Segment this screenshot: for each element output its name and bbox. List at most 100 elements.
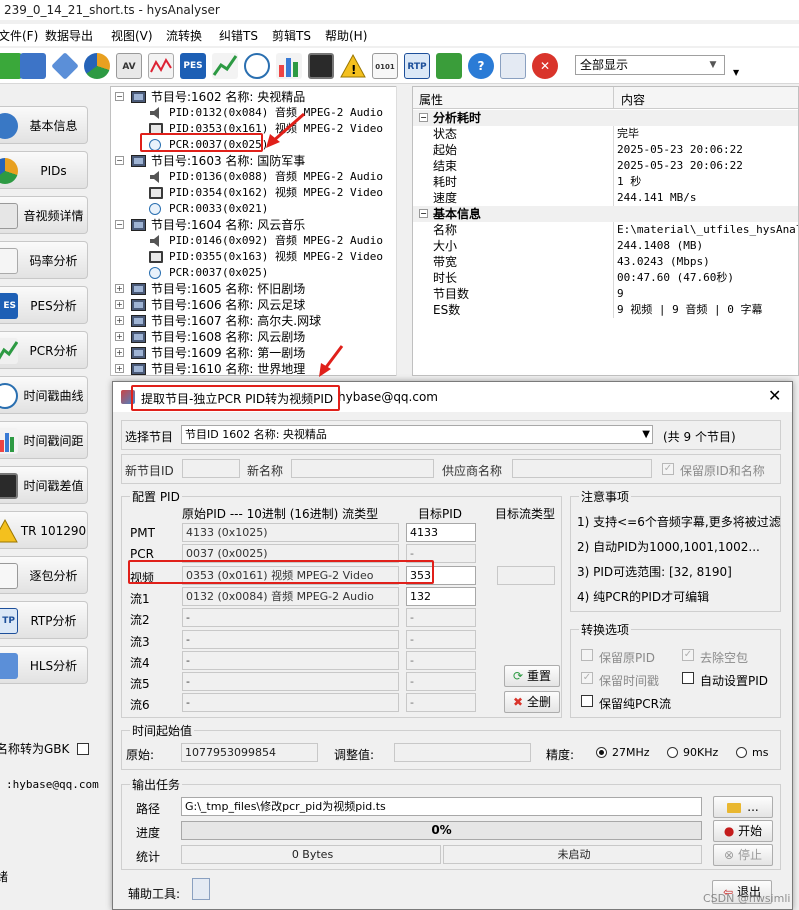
- warning-icon[interactable]: !: [340, 53, 366, 79]
- property-row[interactable]: 大小 244.1408 (MB): [413, 238, 798, 254]
- sidebar-item-bitrate[interactable]: 码率分析: [0, 241, 88, 279]
- diamond-icon[interactable]: [51, 52, 79, 80]
- sidebar-item-rtp[interactable]: TP RTP分析: [0, 601, 88, 639]
- bar-chart-icon[interactable]: [276, 53, 302, 79]
- adjust-input[interactable]: [394, 743, 531, 762]
- expand-icon[interactable]: +: [115, 284, 124, 293]
- menu-stream-convert[interactable]: 流转换: [166, 27, 202, 44]
- property-row[interactable]: 节目数 9: [413, 286, 798, 302]
- wave-icon[interactable]: [148, 53, 174, 79]
- menu-file[interactable]: 文件(F): [0, 27, 38, 44]
- tree-program-node[interactable]: 节目号:1604 名称: 风云音乐: [151, 217, 305, 233]
- toolbar-overflow-icon[interactable]: ▼: [733, 68, 739, 77]
- close-icon[interactable]: ✕: [768, 387, 781, 405]
- sidebar-item-pes[interactable]: ES PES分析: [0, 286, 88, 324]
- pid-target-input[interactable]: -: [406, 608, 476, 627]
- sidebar-item-pcr[interactable]: PCR分析: [0, 331, 88, 369]
- tree-program-node[interactable]: 节目号:1602 名称: 央视精品: [151, 89, 305, 105]
- display-filter-select[interactable]: 全部显示 ▼: [575, 55, 725, 75]
- new-program-id-input[interactable]: [182, 459, 240, 478]
- pid-target-input[interactable]: 4133: [406, 523, 476, 542]
- browse-button[interactable]: ...: [713, 796, 773, 818]
- property-category[interactable]: − 分析耗时: [413, 110, 798, 126]
- add-icon[interactable]: [0, 53, 22, 79]
- pid-target-input[interactable]: -: [406, 630, 476, 649]
- expand-icon[interactable]: +: [115, 364, 124, 373]
- menu-cut-ts[interactable]: 剪辑TS: [272, 27, 311, 44]
- monitor-icon[interactable]: [308, 53, 334, 79]
- export-icon[interactable]: [436, 53, 462, 79]
- keep-original-checkbox[interactable]: ✓: [662, 463, 674, 475]
- clock-icon[interactable]: [244, 53, 270, 79]
- collapse-icon[interactable]: −: [419, 113, 428, 122]
- auto-pid-checkbox[interactable]: [682, 672, 694, 684]
- precision-27mhz-radio[interactable]: [596, 747, 607, 758]
- collapse-icon[interactable]: −: [115, 156, 124, 165]
- keep-pcr-stream-checkbox[interactable]: [581, 695, 593, 707]
- list-icon[interactable]: [500, 53, 526, 79]
- av-icon[interactable]: AV: [116, 53, 142, 79]
- property-row[interactable]: 结束 2025-05-23 20:06:22: [413, 158, 798, 174]
- property-row[interactable]: 时长 00:47.60 (47.60秒): [413, 270, 798, 286]
- pid-target-input[interactable]: 132: [406, 587, 476, 606]
- menu-help[interactable]: 帮助(H): [325, 27, 367, 44]
- tree-stream-node[interactable]: PID:0355(0x163) 视频 MPEG-2 Video: [169, 249, 383, 265]
- tree-program-node[interactable]: 节目号:1609 名称: 第一剧场: [151, 345, 305, 361]
- pid-target-input[interactable]: -: [406, 672, 476, 691]
- tree-scrollbar[interactable]: [396, 86, 410, 376]
- pid-target-input[interactable]: -: [406, 693, 476, 712]
- keep-timestamp-checkbox[interactable]: ✓: [581, 672, 593, 684]
- pes-icon[interactable]: PES: [180, 53, 206, 79]
- clear-all-button[interactable]: ✖ 全删: [504, 691, 560, 713]
- rtp-icon[interactable]: RTP: [404, 53, 430, 79]
- sidebar-item-ts-diff[interactable]: 时间戳差值: [0, 466, 88, 504]
- property-row[interactable]: 起始 2025-05-23 20:06:22: [413, 142, 798, 158]
- precision-90khz-radio[interactable]: [667, 747, 678, 758]
- property-row[interactable]: 速度 244.141 MB/s: [413, 190, 798, 206]
- property-category[interactable]: − 基本信息: [413, 206, 798, 222]
- precision-ms-radio[interactable]: [736, 747, 747, 758]
- stop-icon[interactable]: ✕: [532, 53, 558, 79]
- expand-icon[interactable]: +: [115, 348, 124, 357]
- property-row[interactable]: ES数 9 视频 | 9 音频 | 0 字幕: [413, 302, 798, 318]
- tree-stream-node[interactable]: PID:0146(0x092) 音频 MPEG-2 Audio: [169, 233, 383, 249]
- sidebar-item-basic-info[interactable]: 基本信息: [0, 106, 88, 144]
- sidebar-item-ts-interval[interactable]: 时间戳间距: [0, 421, 88, 459]
- sidebar-item-pids[interactable]: PIDs: [0, 151, 88, 189]
- tree-program-node[interactable]: 节目号:1606 名称: 风云足球: [151, 297, 305, 313]
- collapse-icon[interactable]: −: [115, 92, 124, 101]
- property-row[interactable]: 状态 完毕: [413, 126, 798, 142]
- remove-null-checkbox[interactable]: ✓: [682, 649, 694, 661]
- tree-stream-node[interactable]: PID:0136(0x088) 音频 MPEG-2 Audio: [169, 169, 383, 185]
- tree-program-node[interactable]: 节目号:1605 名称: 怀旧剧场: [151, 281, 305, 297]
- calculator-icon[interactable]: [192, 878, 210, 900]
- menu-data-export[interactable]: 数据导出: [45, 27, 93, 44]
- reset-button[interactable]: ⟳ 重置: [504, 665, 560, 687]
- binary-icon[interactable]: 0101: [372, 53, 398, 79]
- collapse-icon[interactable]: −: [419, 209, 428, 218]
- output-path-input[interactable]: G:\_tmp_files\修改pcr_pid为视频pid.ts: [181, 797, 702, 816]
- sidebar-item-packet[interactable]: 逐包分析: [0, 556, 88, 594]
- sidebar-item-ts-curve[interactable]: 时间戳曲线: [0, 376, 88, 414]
- provider-input[interactable]: [512, 459, 652, 478]
- new-name-input[interactable]: [291, 459, 434, 478]
- keep-original-pid-checkbox[interactable]: [581, 649, 593, 661]
- tree-stream-node[interactable]: PCR:0037(0x025): [169, 265, 268, 281]
- sidebar-item-tr101290[interactable]: TR 101290: [0, 511, 88, 549]
- tree-program-node[interactable]: 节目号:1608 名称: 风云剧场: [151, 329, 305, 345]
- expand-icon[interactable]: +: [115, 332, 124, 341]
- property-row[interactable]: 名称 E:\material\_utfiles_hysAnalyser: [413, 222, 798, 238]
- collapse-icon[interactable]: −: [115, 220, 124, 229]
- help-icon[interactable]: ?: [468, 53, 494, 79]
- program-tree[interactable]: − 节目号:1602 名称: 央视精品 PID:0132(0x084) 音频 MPE…: [110, 86, 410, 376]
- expand-icon[interactable]: +: [115, 316, 124, 325]
- line-icon[interactable]: [212, 53, 238, 79]
- expand-icon[interactable]: +: [115, 300, 124, 309]
- pie-icon[interactable]: [84, 53, 110, 79]
- tree-program-node[interactable]: 节目号:1607 名称: 高尔夫.网球: [151, 313, 321, 329]
- gbk-checkbox[interactable]: [77, 743, 90, 755]
- menu-fix-ts[interactable]: 纠错TS: [219, 27, 258, 44]
- tree-stream-node[interactable]: PID:0354(0x162) 视频 MPEG-2 Video: [169, 185, 383, 201]
- tree-program-node[interactable]: 节目号:1610 名称: 世界地理: [151, 361, 305, 375]
- network-icon[interactable]: [20, 53, 46, 79]
